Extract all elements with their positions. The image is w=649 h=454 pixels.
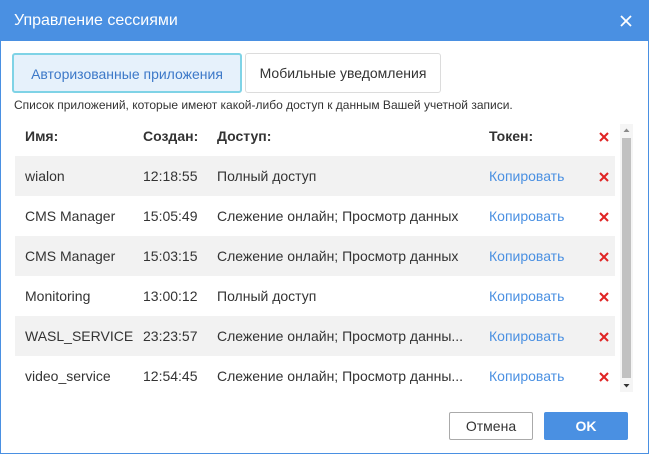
table-header: Имя: Создан: Доступ: Токен: — [15, 116, 615, 156]
row-access: Полный доступ — [217, 288, 317, 304]
copy-token-link[interactable]: Копировать — [489, 236, 564, 276]
row-created: 23:23:57 — [143, 328, 198, 344]
header-name: Имя: — [25, 128, 59, 144]
delete-session-button[interactable] — [598, 156, 612, 196]
copy-token-link[interactable]: Копировать — [489, 356, 564, 393]
table-row: CMS Manager 15:03:15 Слежение онлайн; Пр… — [15, 236, 615, 276]
table-scrollbar[interactable] — [620, 124, 633, 392]
row-created: 12:18:55 — [143, 168, 198, 184]
delete-icon[interactable] — [598, 278, 610, 302]
row-name: CMS Manager — [25, 208, 116, 224]
delete-icon[interactable] — [598, 358, 610, 382]
table-row: video_service 12:54:45 Слежение онлайн; … — [15, 356, 615, 393]
copy-token-link[interactable]: Копировать — [489, 316, 564, 356]
row-access: Слежение онлайн; Просмотр данных — [217, 208, 459, 224]
row-name: WASL_SERVICE — [25, 328, 134, 344]
row-created: 15:05:49 — [143, 208, 198, 224]
row-access: Полный доступ — [217, 168, 317, 184]
sessions-table: Имя: Создан: Доступ: Токен: wialon 12:18… — [15, 116, 615, 393]
copy-token-link[interactable]: Копировать — [489, 276, 564, 316]
copy-token-link[interactable]: Копировать — [489, 196, 564, 236]
tab-mobile-notifications[interactable]: Мобильные уведомления — [245, 53, 441, 93]
scroll-up-arrow-icon[interactable] — [620, 124, 633, 137]
copy-token-link[interactable]: Копировать — [489, 156, 564, 196]
delete-session-button[interactable] — [598, 236, 612, 276]
table-row: wialon 12:18:55 Полный доступ Копировать — [15, 156, 615, 196]
table-row: Monitoring 13:00:12 Полный доступ Копиро… — [15, 276, 615, 316]
row-name: Monitoring — [25, 288, 91, 304]
dialog-titlebar: Управление сессиями — [1, 1, 648, 41]
dialog-title: Управление сессиями — [14, 12, 178, 29]
table-row: WASL_SERVICE 23:23:57 Слежение онлайн; П… — [15, 316, 615, 356]
apps-list-description: Список приложений, которые имеют какой-л… — [14, 98, 513, 112]
delete-all-button[interactable] — [598, 116, 612, 156]
tab-authorized-apps[interactable]: Авторизованные приложения — [12, 53, 242, 93]
delete-session-button[interactable] — [598, 276, 612, 316]
row-access: Слежение онлайн; Просмотр данных — [217, 248, 459, 264]
delete-icon[interactable] — [598, 118, 610, 142]
scroll-down-arrow-icon[interactable] — [620, 379, 633, 392]
delete-icon[interactable] — [598, 238, 610, 262]
delete-icon[interactable] — [598, 158, 610, 182]
row-access: Слежение онлайн; Просмотр данны... — [217, 328, 464, 344]
row-name: video_service — [25, 368, 111, 384]
scrollbar-thumb[interactable] — [622, 138, 631, 378]
header-access: Доступ: — [217, 128, 272, 144]
close-icon[interactable] — [620, 11, 636, 31]
ok-button[interactable]: OK — [544, 412, 628, 440]
delete-icon[interactable] — [598, 198, 610, 222]
delete-session-button[interactable] — [598, 356, 612, 393]
header-created: Создан: — [143, 128, 199, 144]
delete-session-button[interactable] — [598, 316, 612, 356]
row-access: Слежение онлайн; Просмотр данны... — [217, 368, 464, 384]
row-name: CMS Manager — [25, 248, 116, 264]
session-management-dialog: Управление сессиями Авторизованные прило… — [0, 0, 649, 454]
row-created: 15:03:15 — [143, 248, 198, 264]
row-created: 12:54:45 — [143, 368, 198, 384]
cancel-button[interactable]: Отмена — [449, 412, 533, 440]
header-token: Токен: — [489, 128, 534, 144]
row-name: wialon — [25, 168, 65, 184]
delete-session-button[interactable] — [598, 196, 612, 236]
delete-icon[interactable] — [598, 318, 610, 342]
row-created: 13:00:12 — [143, 288, 198, 304]
table-row: CMS Manager 15:05:49 Слежение онлайн; Пр… — [15, 196, 615, 236]
